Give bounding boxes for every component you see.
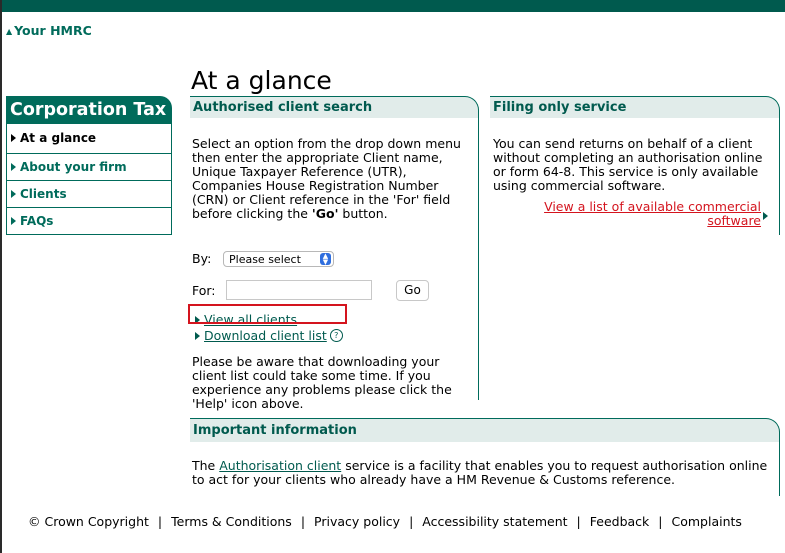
by-label: By: xyxy=(192,251,212,266)
sidebar-item-faqs[interactable]: FAQs xyxy=(6,208,172,235)
arrow-right-icon xyxy=(11,190,16,198)
search-instructions: Select an option from the drop down menu… xyxy=(192,137,476,221)
arrow-right-icon xyxy=(195,332,200,340)
footer-link-terms[interactable]: Terms & Conditions xyxy=(171,514,292,529)
search-for-input[interactable] xyxy=(226,280,372,300)
download-link-highlight xyxy=(188,304,347,324)
important-info-text: The Authorisation client service is a fa… xyxy=(192,459,776,487)
sidebar-item-at-a-glance[interactable]: At a glance xyxy=(6,124,172,154)
authorisation-client-link[interactable]: Authorisation client xyxy=(219,458,341,473)
important-info-body: The Authorisation client service is a fa… xyxy=(190,442,780,496)
sidebar-item-clients[interactable]: Clients xyxy=(6,181,172,208)
footer-link-feedback[interactable]: Feedback xyxy=(590,514,650,529)
filing-only-panel: Filing only service You can send returns… xyxy=(490,96,780,235)
sidebar-item-about-your-firm[interactable]: About your firm xyxy=(6,154,172,181)
sidebar-title: Corporation Tax xyxy=(6,96,172,124)
commercial-software-link[interactable]: View a list of available commercial soft… xyxy=(544,199,761,228)
your-hmrc-label: Your HMRC xyxy=(14,23,92,38)
triangle-up-icon: ▲ xyxy=(6,27,13,36)
go-keyword: 'Go' xyxy=(311,206,339,221)
download-warning: Please be aware that downloading your cl… xyxy=(192,354,452,411)
select-value: Please select xyxy=(229,253,301,266)
footer-separator: | xyxy=(409,514,414,529)
filing-only-body: You can send returns on behalf of a clie… xyxy=(490,118,780,235)
sidebar-item-label: At a glance xyxy=(20,131,97,145)
footer-separator: | xyxy=(300,514,306,529)
sidebar-item-label: Clients xyxy=(20,187,67,201)
arrow-right-icon xyxy=(11,134,16,142)
your-hmrc-link[interactable]: ▲ Your HMRC xyxy=(6,23,92,38)
search-type-select[interactable]: Please select ▲ ▼ xyxy=(223,251,334,267)
top-banner xyxy=(0,0,785,12)
page-title: At a glance xyxy=(191,66,332,95)
info-text-start: The xyxy=(192,458,220,473)
instructions-text-end: button. xyxy=(338,206,388,221)
sidebar-item-label: FAQs xyxy=(20,214,54,228)
important-info-panel: Important information The Authorisation … xyxy=(190,418,780,496)
footer-separator: | xyxy=(658,514,663,529)
for-label: For: xyxy=(192,283,216,298)
commercial-software-link-row: View a list of available commercial soft… xyxy=(525,200,761,228)
footer-link-privacy[interactable]: Privacy policy xyxy=(314,514,400,529)
filing-only-text: You can send returns on behalf of a clie… xyxy=(493,136,763,193)
sidebar-nav: Corporation Tax At a glance About your f… xyxy=(6,96,172,235)
footer-separator: | xyxy=(576,514,581,529)
client-search-panel: Authorised client search Select an optio… xyxy=(190,96,479,411)
client-search-body: Select an option from the drop down menu… xyxy=(190,118,479,411)
copyright: © Crown Copyright xyxy=(28,514,149,529)
client-search-title: Authorised client search xyxy=(190,96,479,118)
download-client-list-row: Download client list? xyxy=(195,329,343,343)
footer-link-complaints[interactable]: Complaints xyxy=(672,514,742,529)
footer-link-accessibility[interactable]: Accessibility statement xyxy=(422,514,567,529)
window-edge xyxy=(0,0,2,553)
sidebar-item-label: About your firm xyxy=(20,160,127,174)
footer-separator: | xyxy=(157,514,163,529)
help-icon[interactable]: ? xyxy=(329,329,343,342)
go-button[interactable]: Go xyxy=(396,280,429,301)
arrow-right-icon xyxy=(763,212,768,220)
filing-only-title: Filing only service xyxy=(490,96,780,118)
select-chevron-icon: ▲ ▼ xyxy=(320,253,331,266)
footer: © Crown Copyright | Terms & Conditions | Pri… xyxy=(28,514,742,529)
arrow-right-icon xyxy=(11,163,16,171)
download-client-list-link[interactable]: Download client list xyxy=(204,328,327,343)
arrow-right-icon xyxy=(11,217,16,225)
important-info-title: Important information xyxy=(190,418,780,442)
